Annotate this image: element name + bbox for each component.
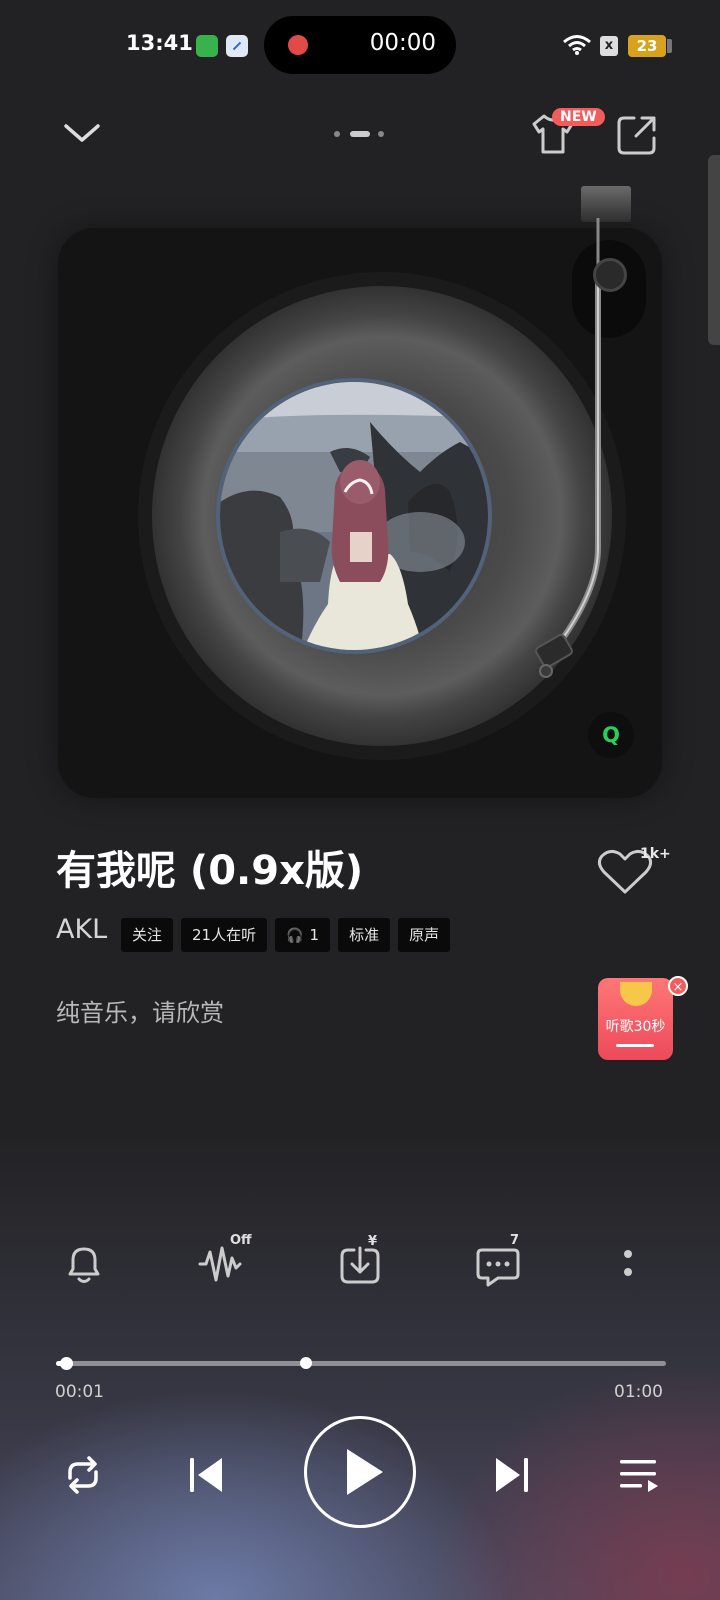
red-packet-progress: [616, 1044, 654, 1047]
effect-off-label: Off: [230, 1233, 252, 1248]
new-badge: NEW: [552, 108, 605, 126]
page-dot: [378, 131, 384, 137]
quality-tag[interactable]: 标准: [338, 918, 391, 952]
listeners-tag[interactable]: 21人在听: [181, 918, 268, 952]
play-button[interactable]: [304, 1416, 416, 1528]
battery-icon: 23: [628, 35, 672, 57]
song-title: 有我呢 (0.9x版): [56, 848, 364, 894]
headphones-tag[interactable]: 🎧 1: [275, 918, 331, 952]
app-notification-icon: [196, 35, 218, 57]
headphones-icon: 🎧: [286, 928, 304, 944]
comment-count: 7: [510, 1233, 520, 1248]
turntable: Q: [58, 186, 662, 798]
previous-icon[interactable]: [186, 1452, 232, 1498]
page-indicator[interactable]: [334, 130, 390, 138]
coin-icon: [620, 982, 652, 1006]
more-icon[interactable]: [618, 1240, 638, 1288]
record-dot-icon: [288, 35, 308, 55]
status-bar: 13:41 00:00 x 23: [0, 0, 720, 90]
page-dot: [334, 131, 340, 137]
progress-bar[interactable]: [56, 1357, 666, 1370]
calendar-notification-icon: [226, 35, 248, 57]
no-sim-icon: x: [600, 36, 618, 56]
lyric-line[interactable]: 纯音乐，请欣赏: [56, 993, 224, 1028]
like-count: 1k+: [640, 846, 671, 862]
red-packet-widget[interactable]: 听歌30秒: [598, 978, 673, 1060]
follow-button[interactable]: 关注: [121, 918, 174, 952]
close-icon[interactable]: ×: [668, 976, 688, 996]
total-time: 01:00: [614, 1382, 663, 1402]
screen-recording-pill[interactable]: 00:00: [264, 16, 456, 74]
tonearm: [535, 218, 601, 678]
repeat-icon[interactable]: [60, 1452, 106, 1498]
side-panel-handle[interactable]: [708, 155, 720, 345]
tonearm-pivot: [593, 258, 627, 292]
recording-time: 00:00: [369, 30, 436, 56]
wifi-icon: [563, 35, 591, 55]
playlist-icon[interactable]: [616, 1452, 662, 1498]
bell-icon[interactable]: [60, 1240, 108, 1288]
red-packet-text: 听歌30秒: [605, 1019, 666, 1035]
play-icon: [347, 1449, 383, 1495]
share-icon[interactable]: [614, 112, 660, 158]
qq-music-logo: Q: [588, 712, 634, 758]
progress-marker[interactable]: [300, 1357, 313, 1369]
page-dot-active: [350, 131, 370, 137]
next-icon[interactable]: [490, 1452, 536, 1498]
artist-name[interactable]: AKL: [56, 914, 107, 945]
download-price-label: ¥: [368, 1234, 378, 1249]
original-tag[interactable]: 原声: [398, 918, 451, 952]
status-time: 13:41: [126, 31, 193, 55]
chevron-down-icon[interactable]: [60, 112, 104, 156]
current-time: 00:01: [55, 1382, 104, 1402]
headphones-count: 1: [309, 926, 320, 944]
song-tags: 关注 21人在听 🎧 1 标准 原声: [121, 918, 451, 952]
